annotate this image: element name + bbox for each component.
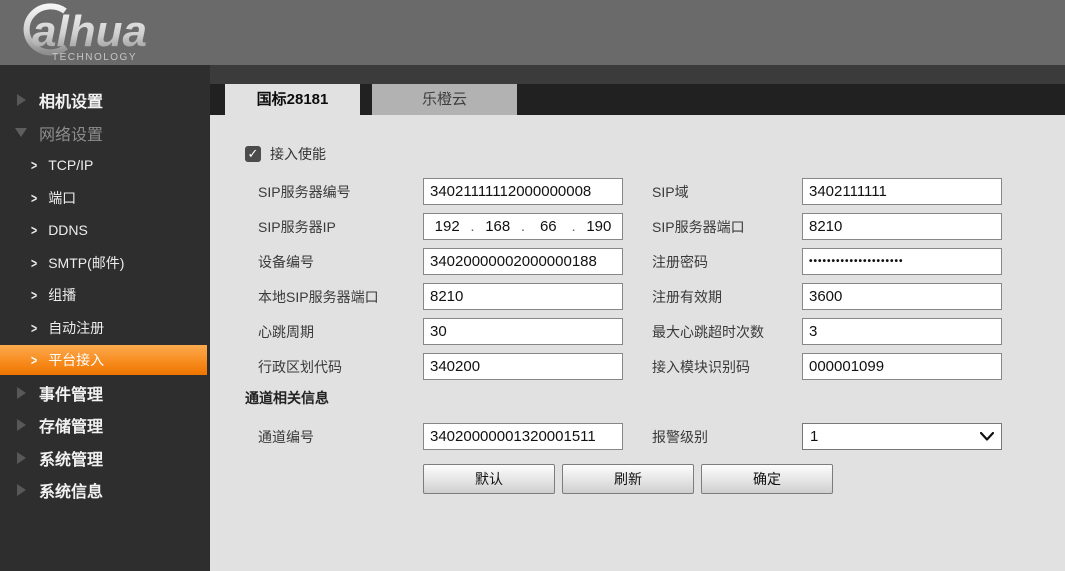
sidebar-item-auto-register[interactable]: > 自动注册 xyxy=(0,312,210,345)
sip-domain-input[interactable] xyxy=(802,178,1002,205)
dahua-logo-graphic: alhua TECHNOLOGY xyxy=(10,2,200,64)
button-row: 默认 刷新 确定 xyxy=(423,464,1065,494)
dahua-web-ui: alhua TECHNOLOGY 相机设置 网络设置 > TCP/IP > 端口… xyxy=(0,0,1065,571)
form-row: 本地SIP服务器端口 注册有效期 xyxy=(258,283,1065,310)
collapsed-triangle-icon xyxy=(13,484,29,496)
sidebar-item-port[interactable]: > 端口 xyxy=(0,182,210,215)
tab-bar: 国标28181 乐橙云 xyxy=(210,65,1065,115)
enable-row: ✓ 接入使能 xyxy=(245,145,1065,163)
field-label-sip-server-port: SIP服务器端口 xyxy=(652,217,802,237)
form-row: SIP服务器编号 SIP域 xyxy=(258,178,1065,205)
chevron-right-icon: > xyxy=(31,222,37,238)
enable-label: 接入使能 xyxy=(270,144,326,164)
register-password-input[interactable]: ••••••••••••••••••••• xyxy=(802,248,1002,275)
field-label-sip-server-id: SIP服务器编号 xyxy=(258,182,423,202)
sidebar-item-system-info[interactable]: 系统信息 xyxy=(0,474,210,507)
field-label-local-sip-port: 本地SIP服务器端口 xyxy=(258,287,423,307)
dahua-logo: alhua TECHNOLOGY xyxy=(10,2,200,69)
tab-lechengyun[interactable]: 乐橙云 xyxy=(372,84,517,115)
chevron-right-icon: > xyxy=(31,190,37,206)
form-row: 通道编号 报警级别 1 xyxy=(258,423,1065,450)
field-label-heartbeat-period: 心跳周期 xyxy=(258,322,423,342)
field-label-alarm-level: 报警级别 xyxy=(652,427,802,447)
chevron-right-icon: > xyxy=(31,255,37,271)
chevron-right-icon: > xyxy=(31,157,37,173)
local-sip-port-input[interactable] xyxy=(423,283,623,310)
header-bar: alhua TECHNOLOGY xyxy=(0,0,1065,65)
collapsed-triangle-icon xyxy=(13,94,29,106)
channel-id-input[interactable] xyxy=(423,423,623,450)
sip-server-port-input[interactable] xyxy=(802,213,1002,240)
logo-word: alhua xyxy=(32,7,147,56)
field-label-sip-server-ip: SIP服务器IP xyxy=(258,217,423,237)
collapsed-triangle-icon xyxy=(13,387,29,399)
access-module-id-input[interactable] xyxy=(802,353,1002,380)
collapsed-triangle-icon xyxy=(13,452,29,464)
expanded-triangle-icon xyxy=(13,128,29,137)
sip-server-ip-input[interactable]: 192. 168. 66. 190 xyxy=(423,213,623,240)
logo-subtext: TECHNOLOGY xyxy=(52,52,137,63)
form-row: SIP服务器IP 192. 168. 66. 190 SIP服务器端口 xyxy=(258,213,1065,240)
max-heartbeat-timeout-input[interactable] xyxy=(802,318,1002,345)
form-row: 心跳周期 最大心跳超时次数 xyxy=(258,318,1065,345)
enable-checkbox[interactable]: ✓ xyxy=(245,146,261,162)
chevron-right-icon: > xyxy=(31,320,37,336)
sidebar-item-smtp[interactable]: > SMTP(邮件) xyxy=(0,247,210,280)
sidebar-nav: 相机设置 网络设置 > TCP/IP > 端口 > DDNS > SMTP(邮件… xyxy=(0,65,210,571)
sidebar-item-platform-access[interactable]: > 平台接入 xyxy=(0,345,207,375)
field-label-admin-region-code: 行政区划代码 xyxy=(258,357,423,377)
gb28181-settings-panel: ✓ 接入使能 SIP服务器编号 SIP域 SIP服务器IP 192. 168. … xyxy=(210,115,1065,571)
refresh-button[interactable]: 刷新 xyxy=(562,464,694,494)
channel-info-section-header: 通道相关信息 xyxy=(245,388,1065,408)
chevron-right-icon: > xyxy=(31,287,37,303)
sidebar-item-multicast[interactable]: > 组播 xyxy=(0,279,210,312)
field-label-access-module-id: 接入模块识别码 xyxy=(652,357,802,377)
admin-region-code-input[interactable] xyxy=(423,353,623,380)
chevron-down-icon xyxy=(980,432,994,441)
tab-gb28181[interactable]: 国标28181 xyxy=(225,84,360,115)
sidebar-item-ddns[interactable]: > DDNS xyxy=(0,214,210,247)
sip-server-id-input[interactable] xyxy=(423,178,623,205)
field-label-max-heartbeat-timeout: 最大心跳超时次数 xyxy=(652,322,802,342)
field-label-register-validity: 注册有效期 xyxy=(652,287,802,307)
chevron-right-icon: > xyxy=(31,352,37,368)
device-id-input[interactable] xyxy=(423,248,623,275)
form-row: 行政区划代码 接入模块识别码 xyxy=(258,353,1065,380)
collapsed-triangle-icon xyxy=(13,419,29,431)
ok-button[interactable]: 确定 xyxy=(701,464,833,494)
alarm-level-select[interactable]: 1 xyxy=(802,423,1002,450)
register-validity-input[interactable] xyxy=(802,283,1002,310)
form-row: 设备编号 注册密码 ••••••••••••••••••••• xyxy=(258,248,1065,275)
field-label-device-id: 设备编号 xyxy=(258,252,423,272)
field-label-sip-domain: SIP域 xyxy=(652,182,802,202)
sidebar-item-camera-settings[interactable]: 相机设置 xyxy=(0,84,210,117)
sidebar-item-tcpip[interactable]: > TCP/IP xyxy=(0,149,210,182)
checkmark-icon: ✓ xyxy=(248,146,259,161)
default-button[interactable]: 默认 xyxy=(423,464,555,494)
heartbeat-period-input[interactable] xyxy=(423,318,623,345)
field-label-register-password: 注册密码 xyxy=(652,252,802,272)
sidebar-item-network-settings[interactable]: 网络设置 xyxy=(0,117,210,150)
sidebar-item-event-management[interactable]: 事件管理 xyxy=(0,377,210,410)
sidebar-item-system-management[interactable]: 系统管理 xyxy=(0,442,210,475)
sidebar-item-storage-management[interactable]: 存储管理 xyxy=(0,409,210,442)
field-label-channel-id: 通道编号 xyxy=(258,427,423,447)
